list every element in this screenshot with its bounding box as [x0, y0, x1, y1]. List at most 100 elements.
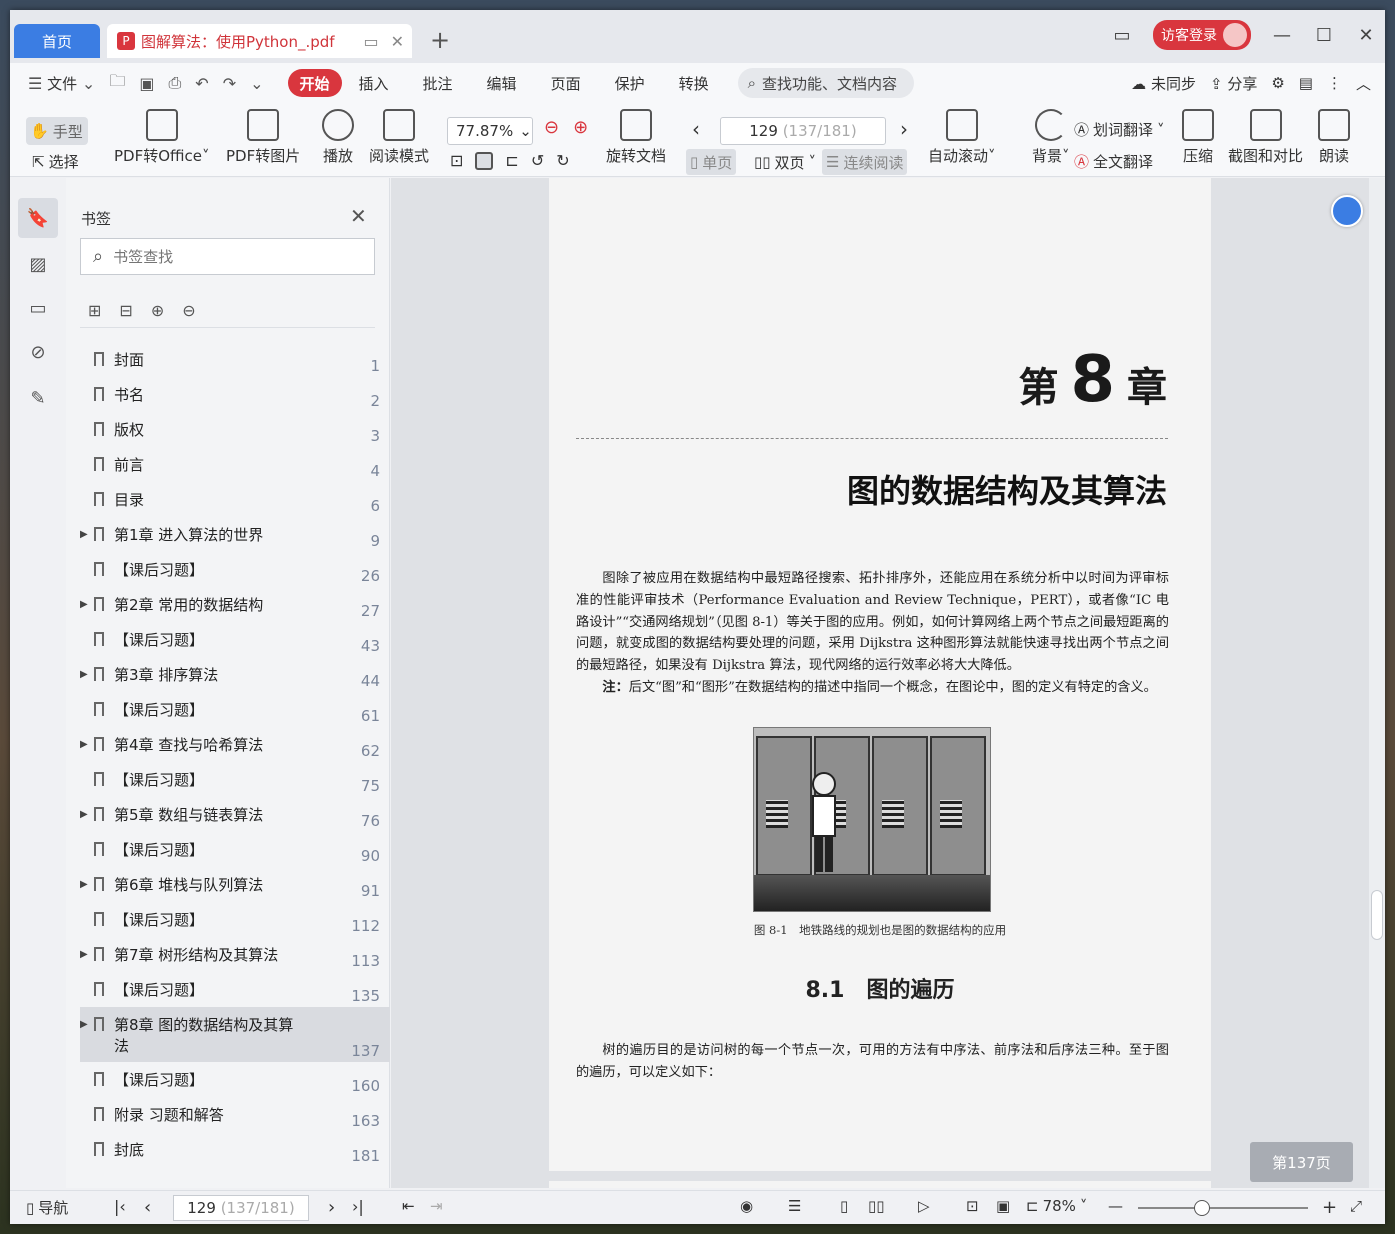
- vertical-scrollbar[interactable]: [1369, 178, 1385, 1188]
- message-icon[interactable]: ▤: [1299, 74, 1313, 92]
- redo-icon[interactable]: ↷: [223, 74, 236, 93]
- bookmark-item[interactable]: 封面 1: [80, 342, 390, 377]
- page-input[interactable]: 129 (137/181): [720, 117, 886, 145]
- bookmark-item[interactable]: 目录 6: [80, 482, 390, 517]
- double-page-button[interactable]: ▯▯ 双页 ˅: [750, 149, 820, 175]
- bookmark-item[interactable]: 【课后习题】 26: [80, 552, 390, 587]
- bookmark-search[interactable]: ⌕: [80, 238, 375, 275]
- document-viewport[interactable]: 第 8 章 图的数据结构及其算法 图除了被应用在数据结构中最短路径搜索、拓扑排序…: [391, 178, 1385, 1188]
- bookmark-item[interactable]: ▶ 第6章 堆栈与队列算法 91: [80, 867, 390, 902]
- bookmark-item[interactable]: 【课后习题】 160: [80, 1062, 390, 1097]
- more-chevron-icon[interactable]: ⌄: [250, 74, 263, 93]
- sync-status[interactable]: ☁ 未同步: [1131, 73, 1196, 94]
- scrollbar-thumb[interactable]: [1371, 890, 1383, 940]
- bookmark-item[interactable]: 【课后习题】 43: [80, 622, 390, 657]
- zoom-slider[interactable]: [1138, 1207, 1308, 1209]
- screenshot-compare-button[interactable]: 截图和对比: [1228, 109, 1303, 166]
- bookmark-item[interactable]: 附录 习题和解答 163: [80, 1097, 390, 1132]
- attachment-icon[interactable]: ⊘: [18, 332, 58, 372]
- zoom-in-icon[interactable]: ⊕: [573, 117, 588, 138]
- rotate-left-icon[interactable]: ↺: [531, 151, 544, 170]
- single-page-button[interactable]: ▯ 单页: [686, 149, 737, 175]
- fit-width-icon[interactable]: ⊏: [505, 151, 518, 170]
- tab-protect[interactable]: 保护: [598, 69, 662, 97]
- bookmark-item[interactable]: ▶ 第2章 常用的数据结构 27: [80, 587, 390, 622]
- expand-arrow-icon[interactable]: ▶: [80, 599, 92, 610]
- rotate-right-icon[interactable]: ↻: [556, 151, 569, 170]
- zoom-out-icon[interactable]: ⊖: [544, 117, 559, 138]
- bookmark-search-input[interactable]: [113, 247, 314, 266]
- double-view-icon[interactable]: ▯▯: [868, 1197, 885, 1215]
- tab-convert[interactable]: 转换: [662, 69, 726, 97]
- prev-page-button[interactable]: ‹: [692, 117, 700, 141]
- bookmark-item[interactable]: ▶ 第7章 树形结构及其算法 113: [80, 937, 390, 972]
- file-menu[interactable]: ☰ 文件 ⌄: [28, 73, 95, 94]
- zoom-slider-knob[interactable]: [1194, 1200, 1210, 1216]
- pdf-to-image-button[interactable]: PDF转图片: [226, 109, 300, 166]
- bookmark-item[interactable]: 【课后习题】 75: [80, 762, 390, 797]
- tab-annotate[interactable]: 批注: [406, 69, 470, 97]
- expand-arrow-icon[interactable]: ▶: [80, 809, 92, 820]
- bookmark-item[interactable]: 【课后习题】 135: [80, 972, 390, 1007]
- zoom-in-button[interactable]: +: [1322, 1197, 1337, 1218]
- status-page-input[interactable]: 129 (137/181): [173, 1195, 309, 1221]
- expand-all-icon[interactable]: ⊞: [88, 301, 101, 320]
- tab-page[interactable]: 页面: [534, 69, 598, 97]
- print-icon[interactable]: ⎙: [168, 73, 181, 93]
- navigation-toggle[interactable]: ▯ 导航: [26, 1197, 68, 1218]
- bookmark-item[interactable]: 【课后习题】 90: [80, 832, 390, 867]
- last-page-button[interactable]: ›|: [352, 1197, 364, 1216]
- bookmark-item[interactable]: ▶ 第8章 图的数据结构及其算法 137: [80, 1007, 390, 1062]
- bookmark-panel-icon[interactable]: 🔖: [18, 198, 58, 238]
- document-tab[interactable]: P 图解算法：使用Python_.pdf ▭ ✕: [107, 24, 412, 58]
- bookmark-item[interactable]: ▶ 第4章 查找与哈希算法 62: [80, 727, 390, 762]
- feature-search[interactable]: ⌕ 查找功能、文档内容: [737, 68, 914, 98]
- compress-button[interactable]: 压缩: [1182, 109, 1214, 166]
- remove-bookmark-icon[interactable]: ⊖: [182, 301, 195, 320]
- next-page-button[interactable]: ›: [900, 117, 908, 141]
- save-icon[interactable]: ▣: [139, 74, 154, 93]
- hand-tool-button[interactable]: ✋ 手型: [26, 117, 88, 145]
- expand-arrow-icon[interactable]: ▶: [80, 529, 92, 540]
- expand-arrow-icon[interactable]: ▶: [80, 739, 92, 750]
- actual-size-icon[interactable]: ⊡: [450, 151, 463, 170]
- expand-arrow-icon[interactable]: ▶: [80, 1019, 92, 1030]
- collapse-all-icon[interactable]: ⊟: [119, 301, 132, 320]
- tab-insert[interactable]: 插入: [342, 69, 406, 97]
- close-tab-icon[interactable]: ✕: [391, 32, 404, 51]
- bookmark-item[interactable]: 【课后习题】 112: [80, 902, 390, 937]
- guest-login-button[interactable]: 访客登录: [1153, 20, 1251, 50]
- bookmark-item[interactable]: ▶ 第1章 进入算法的世界 9: [80, 517, 390, 552]
- close-window-button[interactable]: ✕: [1355, 25, 1377, 46]
- bookmark-item[interactable]: 前言 4: [80, 447, 390, 482]
- add-bookmark-icon[interactable]: ⊕: [151, 301, 164, 320]
- fullscreen-icon[interactable]: ⤢: [1350, 1197, 1362, 1215]
- share-button[interactable]: ⇪ 分享: [1210, 73, 1257, 94]
- read-mode-button[interactable]: 阅读模式: [369, 109, 429, 166]
- open-folder-icon[interactable]: 🗀: [109, 70, 125, 97]
- play-icon[interactable]: ▷: [918, 1197, 930, 1215]
- fit-page-icon[interactable]: [475, 151, 494, 170]
- eye-protection-icon[interactable]: ◉: [740, 1197, 753, 1215]
- play-button[interactable]: 播放: [322, 109, 354, 166]
- minimize-button[interactable]: —: [1271, 25, 1293, 46]
- bookmark-item[interactable]: 版权 3: [80, 412, 390, 447]
- close-panel-icon[interactable]: ✕: [350, 204, 367, 228]
- more-icon[interactable]: ⋮: [1327, 74, 1342, 92]
- forward-icon[interactable]: ⇥: [430, 1197, 443, 1215]
- expand-arrow-icon[interactable]: ▶: [80, 669, 92, 680]
- home-tab[interactable]: 首页: [14, 24, 100, 58]
- first-page-button[interactable]: |‹: [114, 1197, 126, 1216]
- pdf-to-office-button[interactable]: PDF转Office˅: [114, 109, 210, 166]
- bookmark-item[interactable]: ▶ 第3章 排序算法 44: [80, 657, 390, 692]
- select-tool-button[interactable]: ⇱ 选择: [32, 151, 79, 172]
- new-tab-button[interactable]: +: [430, 26, 450, 54]
- bookmark-item[interactable]: 书名 2: [80, 377, 390, 412]
- undo-icon[interactable]: ↶: [195, 74, 208, 93]
- thumbnail-icon[interactable]: ▨: [18, 244, 58, 284]
- maximize-button[interactable]: ☐: [1313, 25, 1335, 46]
- actual-size-icon[interactable]: ⊡: [966, 1197, 979, 1215]
- settings-icon[interactable]: ⚙: [1271, 74, 1284, 92]
- collapse-ribbon-icon[interactable]: ︿: [1356, 73, 1371, 94]
- zoom-select[interactable]: 77.87% ⌄: [447, 117, 533, 145]
